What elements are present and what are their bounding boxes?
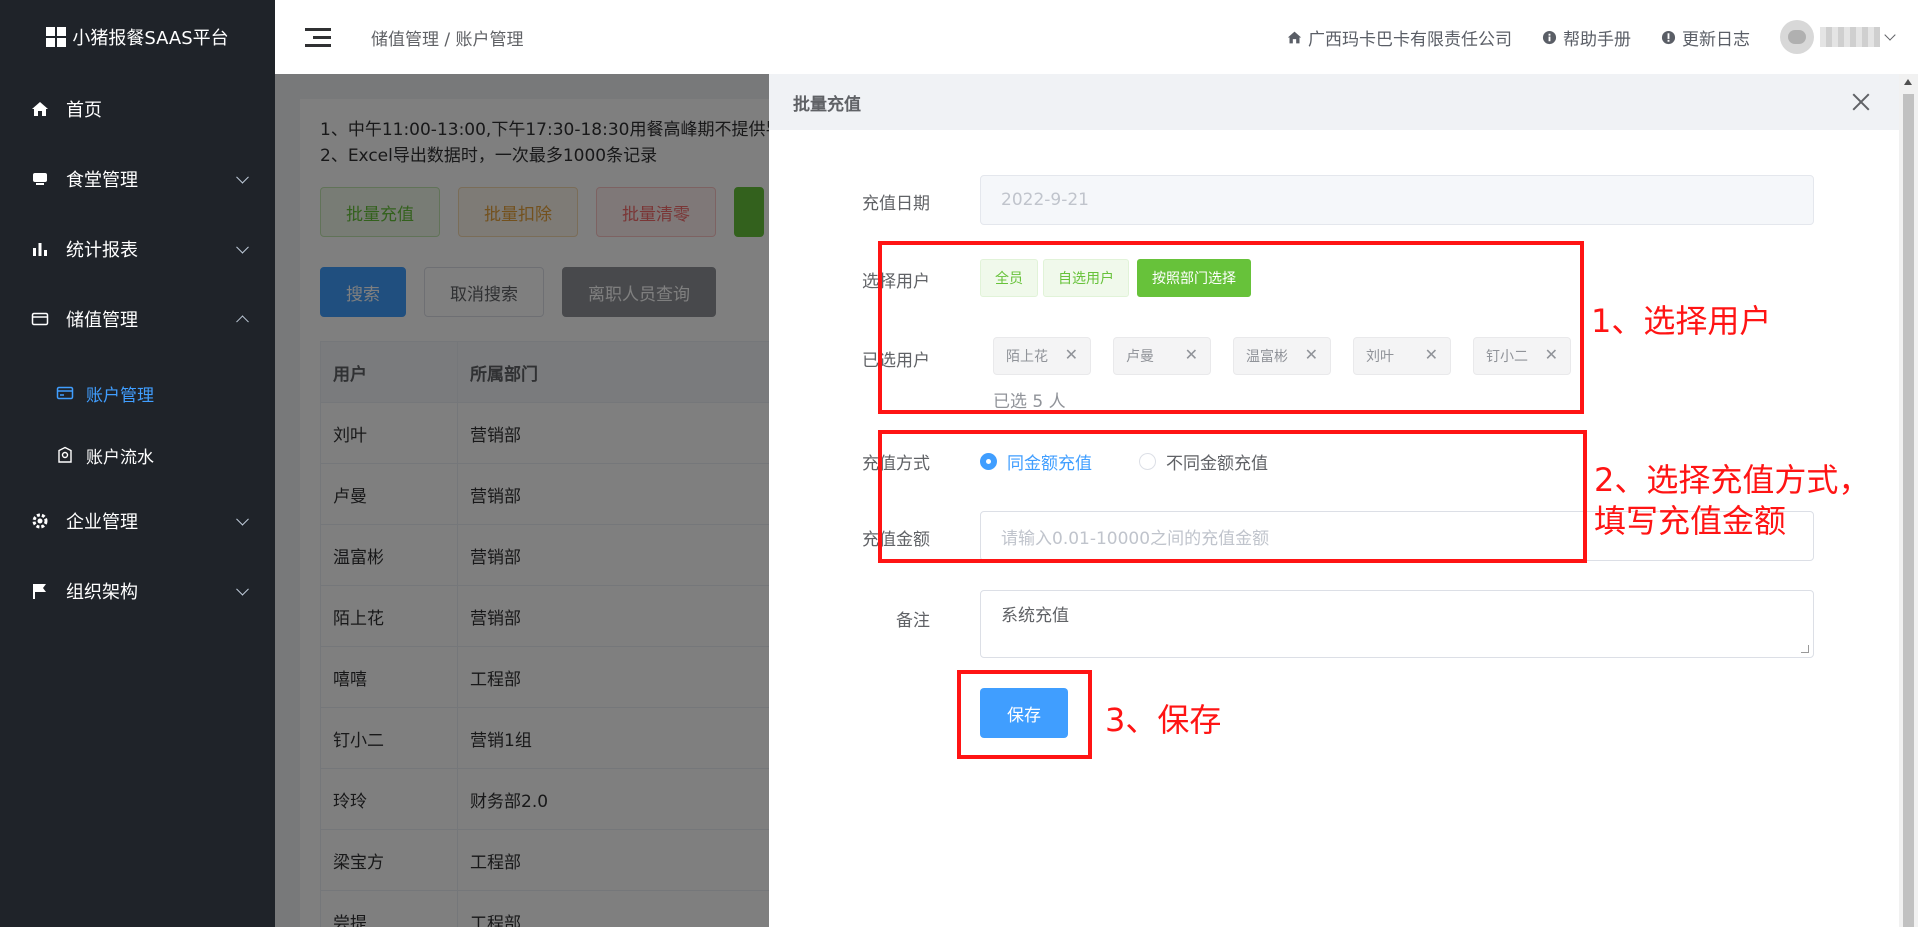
sidebar-sub-label: 账户管理 — [86, 385, 154, 406]
bar-chart-icon — [30, 239, 50, 259]
sidebar-item-label: 首页 — [66, 100, 102, 121]
changelog-link[interactable]: 更新日志 — [1661, 25, 1750, 50]
sidebar-item-account-management[interactable]: 账户管理 — [0, 362, 275, 424]
drawer-title: 批量充值 — [793, 94, 861, 115]
date-label: 充值日期 — [862, 194, 930, 214]
annotation-box-step3 — [957, 670, 1092, 759]
sidebar-item-home[interactable]: 首页 — [0, 74, 275, 144]
scrollbar[interactable] — [1899, 74, 1918, 927]
sidebar-item-enterprise[interactable]: 企业管理 — [0, 486, 275, 556]
company-name: 广西玛卡巴卡有限责任公司 — [1308, 29, 1512, 50]
help-link[interactable]: 帮助手册 — [1542, 25, 1631, 50]
breadcrumb: 储值管理 / 账户管理 — [371, 29, 524, 50]
user-menu[interactable] — [1780, 20, 1896, 54]
annotation-step2-line2: 填写充值金额 — [1594, 502, 1787, 540]
logo-icon — [46, 27, 67, 47]
remark-text: 系统充值 — [1001, 606, 1069, 626]
menu-toggle-icon[interactable] — [305, 27, 331, 47]
help-label: 帮助手册 — [1563, 29, 1631, 50]
sidebar-item-label: 储值管理 — [66, 310, 138, 331]
sidebar-item-organization[interactable]: 组织架构 — [0, 556, 275, 626]
canteen-icon — [30, 169, 50, 189]
sidebar-item-stored-value[interactable]: 储值管理 — [0, 284, 275, 354]
remark-label: 备注 — [896, 611, 930, 631]
scrollbar-thumb[interactable] — [1903, 94, 1914, 927]
sidebar-item-label: 企业管理 — [66, 512, 138, 533]
annotation-step2-line1: 2、选择充值方式， — [1594, 461, 1871, 499]
app-logo[interactable]: 小猪报餐SAAS平台 — [0, 0, 275, 74]
flag-icon — [30, 581, 50, 601]
remark-textarea[interactable]: 系统充值 — [980, 590, 1814, 658]
chevron-down-icon — [236, 170, 249, 184]
avatar — [1780, 20, 1814, 54]
chevron-down-icon — [1884, 29, 1896, 41]
info-icon — [1542, 30, 1557, 44]
sidebar-item-canteen[interactable]: 食堂管理 — [0, 144, 275, 214]
gear-icon — [30, 511, 50, 531]
stored-value-submenu: 账户管理 账户流水 — [0, 362, 275, 486]
home-icon — [30, 99, 50, 119]
changelog-label: 更新日志 — [1682, 29, 1750, 50]
alert-icon — [1661, 30, 1676, 44]
sidebar: 小猪报餐SAAS平台 首页 食堂管理 统计报表 储值管理 账户管理 账户流水 企… — [0, 0, 275, 927]
app-title: 小猪报餐SAAS平台 — [72, 28, 229, 49]
card-icon — [56, 384, 74, 402]
sidebar-sub-label: 账户流水 — [86, 447, 154, 468]
sidebar-item-label: 食堂管理 — [66, 170, 138, 191]
chevron-down-icon — [236, 240, 249, 254]
resize-handle-icon[interactable] — [1801, 645, 1809, 653]
close-icon[interactable] — [1851, 92, 1871, 112]
annotation-step3: 3、保存 — [1105, 701, 1222, 739]
chevron-up-icon — [236, 315, 249, 329]
annotation-step1: 1、选择用户 — [1591, 302, 1772, 340]
top-header: 储值管理 / 账户管理 广西玛卡巴卡有限责任公司 帮助手册 更新日志 — [275, 0, 1918, 74]
wallet-icon — [30, 309, 50, 329]
username-blurred — [1820, 27, 1880, 47]
chevron-down-icon — [236, 582, 249, 596]
sidebar-item-reports[interactable]: 统计报表 — [0, 214, 275, 284]
sidebar-item-account-ledger[interactable]: 账户流水 — [0, 424, 275, 486]
chevron-down-icon — [236, 512, 249, 526]
recharge-date-field[interactable]: 2022-9-21 — [980, 175, 1814, 225]
ledger-icon — [56, 446, 74, 464]
sidebar-item-label: 统计报表 — [66, 240, 138, 261]
scroll-up-arrow-icon[interactable] — [1904, 79, 1912, 85]
home-icon — [1287, 31, 1302, 43]
annotation-box-step1 — [878, 241, 1584, 414]
annotation-box-step2 — [878, 430, 1587, 563]
company-link[interactable]: 广西玛卡巴卡有限责任公司 — [1287, 25, 1512, 50]
drawer-header: 批量充值 — [769, 74, 1899, 130]
sidebar-item-label: 组织架构 — [66, 582, 138, 603]
